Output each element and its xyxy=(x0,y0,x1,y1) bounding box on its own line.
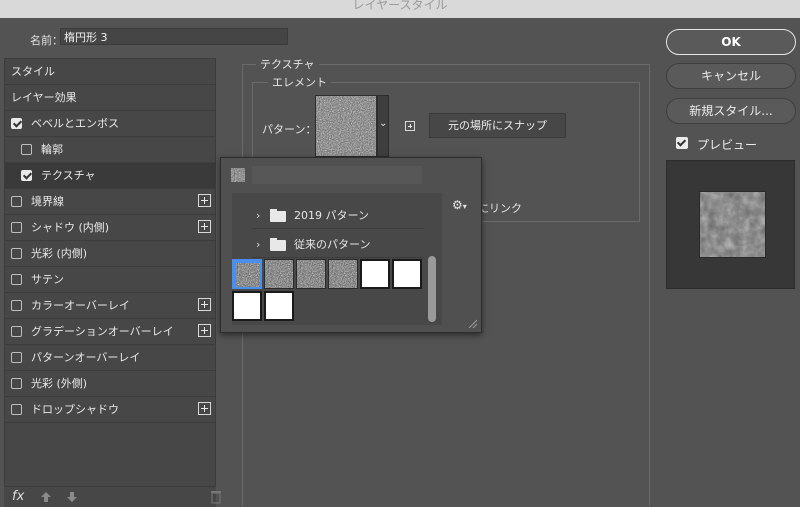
move-down-icon[interactable] xyxy=(66,491,78,503)
layer-name-input[interactable]: 楕円形 3 xyxy=(60,28,288,45)
style-item[interactable]: 境界線 xyxy=(5,189,215,215)
picker-selected-swatch xyxy=(231,168,245,182)
style-item-checkbox[interactable] xyxy=(11,300,22,311)
fx-button[interactable]: fx xyxy=(12,489,24,504)
style-item-label: ベベルとエンボス xyxy=(31,117,119,130)
add-effect-icon[interactable] xyxy=(198,324,211,337)
folder-icon xyxy=(270,238,286,251)
style-item-label: パターンオーバーレイ xyxy=(31,351,141,364)
style-item[interactable]: グラデーションオーバーレイ xyxy=(5,319,215,345)
chevron-right-icon[interactable]: › xyxy=(256,202,260,229)
cancel-button[interactable]: キャンセル xyxy=(666,63,796,89)
add-effect-icon[interactable] xyxy=(198,194,211,207)
pattern-thumbnail[interactable] xyxy=(392,259,422,289)
preview-checkbox[interactable] xyxy=(676,137,688,149)
add-effect-icon[interactable] xyxy=(198,298,211,311)
pattern-folder[interactable]: › 2019 パターン xyxy=(252,202,424,229)
pattern-thumbnail[interactable] xyxy=(232,259,262,289)
style-item-checkbox[interactable] xyxy=(11,274,22,285)
texture-group-title: テクスチャ xyxy=(256,56,319,72)
style-item-checkbox[interactable] xyxy=(11,404,22,415)
resize-grip-icon[interactable] xyxy=(468,319,478,329)
style-item-checkbox[interactable] xyxy=(11,352,22,363)
style-item-label: サテン xyxy=(31,273,64,286)
style-item-label: シャドウ (内側) xyxy=(31,221,110,234)
pattern-thumbnail[interactable] xyxy=(264,291,294,321)
pattern-folder[interactable]: › 従来のパターン xyxy=(252,231,424,258)
style-item[interactable]: シャドウ (内側) xyxy=(5,215,215,241)
style-item[interactable]: スタイル xyxy=(5,59,215,85)
style-item[interactable]: テクスチャ xyxy=(5,163,215,189)
window-titlebar: レイヤースタイル xyxy=(0,0,800,18)
pattern-folder-label: 2019 パターン xyxy=(294,209,369,222)
style-item-label: 境界線 xyxy=(31,195,64,208)
snap-to-origin-button[interactable]: 元の場所にスナップ xyxy=(429,113,566,138)
move-up-icon[interactable] xyxy=(40,491,52,503)
style-item-label: スタイル xyxy=(11,65,55,78)
gear-icon[interactable]: ⚙▾ xyxy=(452,198,467,212)
element-group-title: エレメント xyxy=(268,74,331,90)
style-item[interactable]: サテン xyxy=(5,267,215,293)
style-item[interactable]: パターンオーバーレイ xyxy=(5,345,215,371)
pattern-swatch[interactable] xyxy=(315,95,377,157)
chevron-down-icon: ⌄ xyxy=(379,118,388,129)
style-item[interactable]: 光彩 (外側) xyxy=(5,371,215,397)
style-item-checkbox[interactable] xyxy=(11,196,22,207)
ok-button[interactable]: OK xyxy=(666,29,796,55)
style-item-label: 輪郭 xyxy=(41,143,63,156)
pattern-thumbnail[interactable] xyxy=(328,259,358,289)
new-preset-icon[interactable] xyxy=(405,121,415,131)
style-item-label: 光彩 (内側) xyxy=(31,247,88,260)
style-item[interactable]: レイヤー効果 xyxy=(5,85,215,111)
pattern-thumbnail[interactable] xyxy=(232,291,262,321)
add-effect-icon[interactable] xyxy=(198,402,211,415)
pattern-label: パターン： xyxy=(262,123,317,136)
add-effect-icon[interactable] xyxy=(198,220,211,233)
pattern-thumbnail[interactable] xyxy=(360,259,390,289)
style-item-label: グラデーションオーバーレイ xyxy=(31,325,174,338)
style-item[interactable]: ドロップシャドウ xyxy=(5,397,215,423)
preview-label: プレビュー xyxy=(697,138,758,152)
folder-icon xyxy=(270,209,286,222)
chevron-right-icon[interactable]: › xyxy=(256,231,260,258)
link-with-layer-label[interactable]: にリンク xyxy=(478,200,522,216)
style-item-label: テクスチャ xyxy=(41,169,96,182)
style-item-label: レイヤー効果 xyxy=(11,91,77,104)
style-item[interactable]: ベベルとエンボス xyxy=(5,111,215,137)
window-title: レイヤースタイル xyxy=(352,0,448,12)
style-item-checkbox[interactable] xyxy=(11,378,22,389)
style-item-label: 光彩 (外側) xyxy=(31,377,88,390)
styles-panel-toolbar: fx xyxy=(4,486,221,507)
style-item-checkbox[interactable] xyxy=(11,222,22,233)
style-item[interactable]: カラーオーバーレイ xyxy=(5,293,215,319)
trash-icon[interactable] xyxy=(210,490,222,504)
pattern-folder-label: 従来のパターン xyxy=(294,238,371,251)
picker-name-field xyxy=(252,166,422,184)
style-item-checkbox[interactable] xyxy=(21,170,32,181)
pattern-thumbnail[interactable] xyxy=(296,259,326,289)
scrollbar-thumb[interactable] xyxy=(428,256,436,322)
style-item[interactable]: 輪郭 xyxy=(5,137,215,163)
style-item-label: ドロップシャドウ xyxy=(31,403,119,416)
new-style-button[interactable]: 新規スタイル... xyxy=(666,98,796,124)
styles-panel: スタイルレイヤー効果ベベルとエンボス輪郭テクスチャ境界線シャドウ (内側) 光彩 … xyxy=(4,58,216,506)
name-label: 名前： xyxy=(30,34,63,47)
style-item-checkbox[interactable] xyxy=(21,144,32,155)
style-item[interactable]: 光彩 (内側) xyxy=(5,241,215,267)
style-item-checkbox[interactable] xyxy=(11,248,22,259)
pattern-thumbnail[interactable] xyxy=(264,259,294,289)
style-item-label: カラーオーバーレイ xyxy=(31,299,130,312)
pattern-dropdown-button[interactable]: ⌄ xyxy=(377,95,389,157)
style-preview-thumbnail xyxy=(699,191,766,258)
style-item-checkbox[interactable] xyxy=(11,118,22,129)
style-item-checkbox[interactable] xyxy=(11,326,22,337)
